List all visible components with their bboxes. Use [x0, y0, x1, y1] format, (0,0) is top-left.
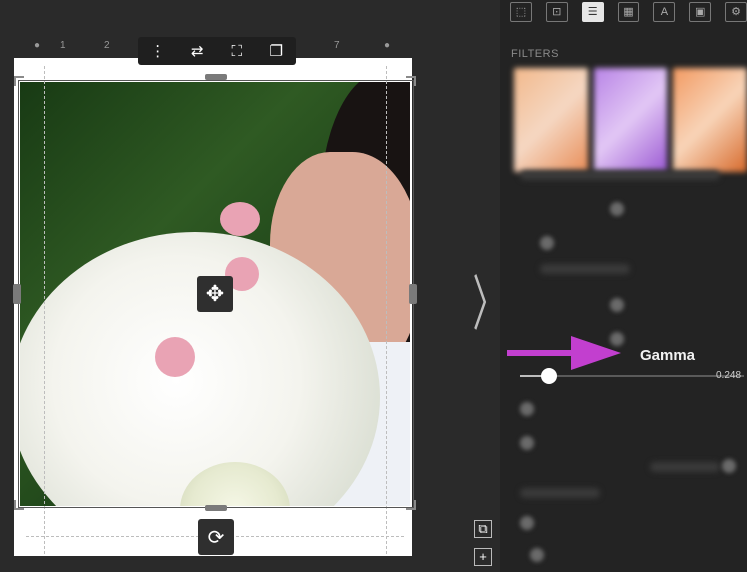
- more-options-icon[interactable]: ⋮: [145, 42, 171, 60]
- ruler-tick-1: 1: [60, 40, 66, 51]
- add-page-icon[interactable]: +: [474, 548, 492, 566]
- adjustment-knob-blurred: [610, 202, 624, 216]
- panel-tabs: ⬚ ⊡ ☰ ▦ A ▣ ⚙: [510, 2, 747, 30]
- filters-section-title: FILTERS: [511, 48, 559, 60]
- move-icon[interactable]: ✥: [197, 276, 233, 312]
- resize-handle-top[interactable]: [205, 74, 227, 80]
- resize-handle-bottom-left[interactable]: [14, 500, 24, 510]
- annotation-arrow-icon: [507, 336, 621, 370]
- adjustment-knob-blurred: [520, 516, 534, 530]
- tab-text-icon[interactable]: A: [653, 2, 676, 22]
- adjustment-knob-blurred: [610, 298, 624, 312]
- bookmark-icon[interactable]: ❐: [263, 42, 289, 60]
- tab-frame-icon[interactable]: ⊡: [545, 2, 568, 22]
- adjustment-row-blurred: [520, 170, 720, 180]
- resize-handle-left[interactable]: [13, 284, 21, 304]
- tab-filters-icon[interactable]: ☰: [581, 2, 604, 22]
- filter-thumbnail[interactable]: [673, 68, 747, 172]
- adjustments-panel: ⬚ ⊡ ☰ ▦ A ▣ ⚙ FILTERS: [500, 0, 747, 572]
- adjustment-row-blurred: [520, 488, 600, 498]
- adjustment-knob-blurred: [530, 548, 544, 562]
- resize-handle-top-left[interactable]: [14, 76, 24, 86]
- filter-thumbnail[interactable]: [514, 68, 588, 172]
- resize-handle-top-right[interactable]: [406, 76, 416, 86]
- swap-icon[interactable]: ⇄: [184, 42, 210, 60]
- resize-handle-bottom[interactable]: [205, 505, 227, 511]
- ruler-tick-2: 2: [104, 40, 110, 51]
- tab-layout-icon[interactable]: ⬚: [510, 2, 532, 22]
- ruler-marker-left-icon[interactable]: ●: [34, 40, 40, 51]
- tab-settings-icon[interactable]: ⚙: [725, 2, 747, 22]
- ruler-tick-7: 7: [334, 40, 340, 51]
- tab-stamp-icon[interactable]: ▣: [689, 2, 712, 22]
- rotate-icon[interactable]: ⟳: [198, 519, 234, 555]
- adjustment-knob-blurred: [540, 236, 554, 250]
- gamma-label: Gamma: [640, 347, 696, 364]
- next-page-icon[interactable]: 〉: [473, 275, 506, 339]
- resize-handle-bottom-right[interactable]: [406, 500, 416, 510]
- resize-handle-right[interactable]: [409, 284, 417, 304]
- filter-thumbnail[interactable]: [593, 68, 668, 172]
- tab-background-icon[interactable]: ▦: [617, 2, 640, 22]
- adjustment-row-blurred: [540, 264, 630, 274]
- adjustment-knob-blurred: [722, 459, 736, 473]
- adjustment-knob-blurred: [520, 436, 534, 450]
- fit-frame-icon[interactable]: ⛶: [224, 43, 250, 60]
- filter-thumbnails: [514, 68, 747, 180]
- canvas-area: ● 1 2 7 ● ⋮ ⇄ ⛶ ❐ ✥ ⟳ ⧉ + 〉: [0, 0, 506, 572]
- copy-page-icon[interactable]: ⧉: [474, 520, 492, 538]
- adjustment-knob-blurred: [520, 402, 534, 416]
- editor-window: ● 1 2 7 ● ⋮ ⇄ ⛶ ❐ ✥ ⟳ ⧉ + 〉 ⬚ ⊡ ☰ ▦ A ▣ …: [0, 0, 747, 572]
- adjustment-row-blurred: [650, 462, 720, 472]
- element-toolbar: ⋮ ⇄ ⛶ ❐: [138, 37, 296, 65]
- gamma-value: 0.248: [716, 370, 742, 381]
- ruler-marker-right-icon[interactable]: ●: [384, 40, 390, 51]
